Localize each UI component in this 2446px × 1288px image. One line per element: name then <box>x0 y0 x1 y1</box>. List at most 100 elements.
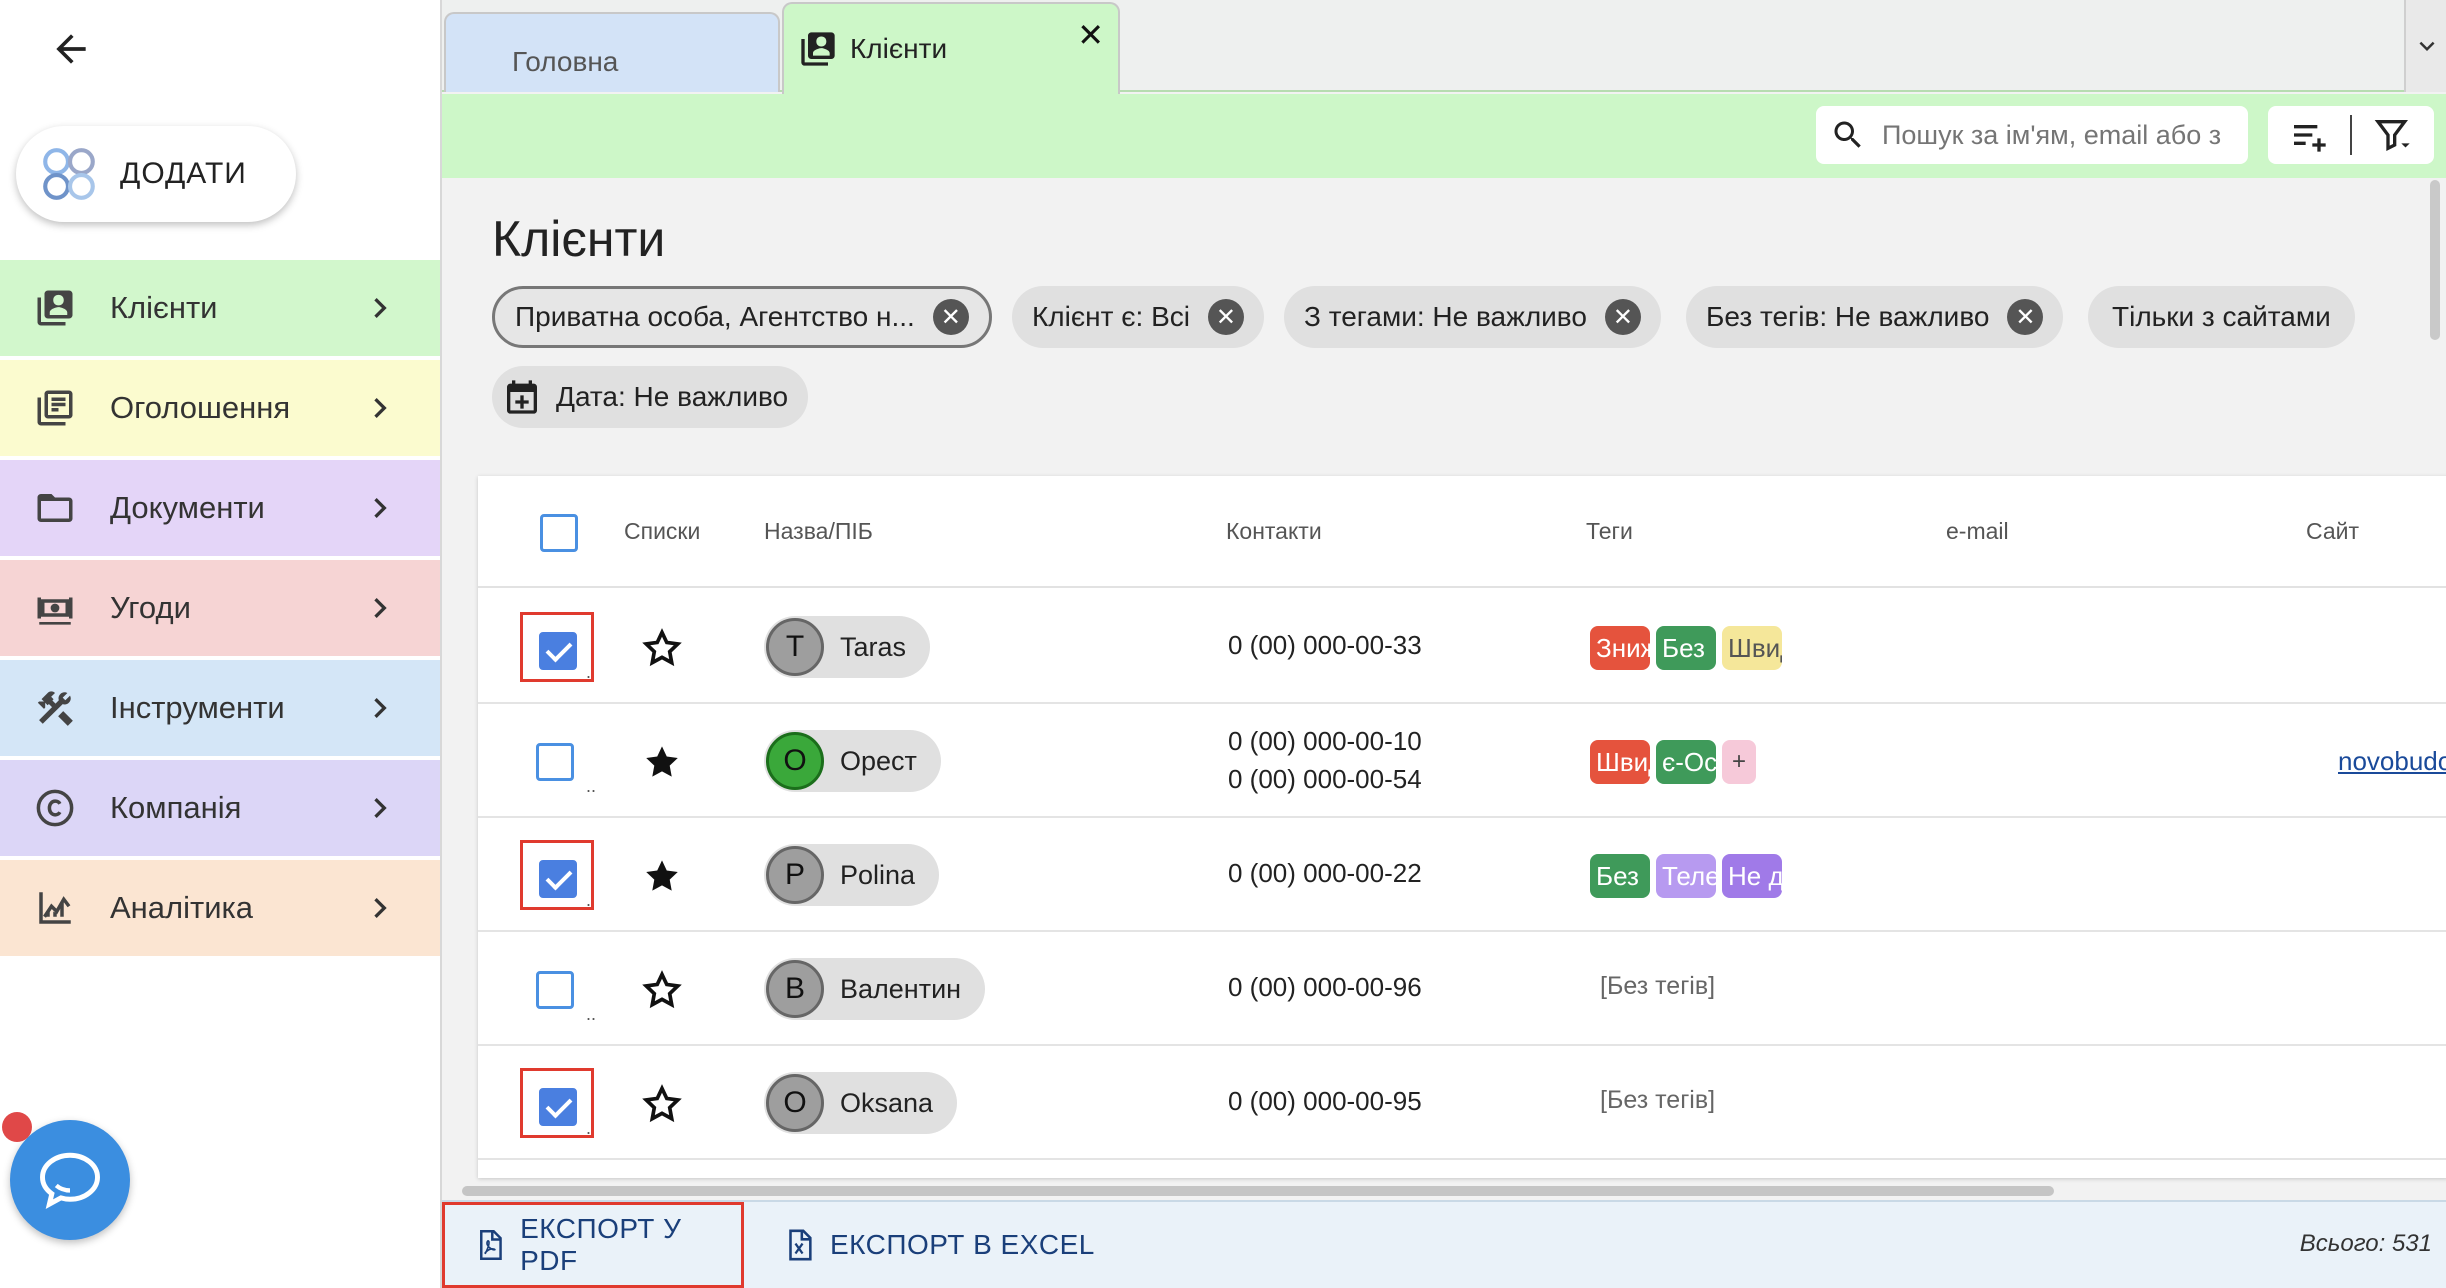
export-excel-label: ЕКСПОРТ В EXCEL <box>830 1229 1095 1260</box>
sidebar-item-documents[interactable]: Документи <box>0 460 440 556</box>
row-checkbox[interactable] <box>539 860 577 898</box>
tag[interactable]: Телефон <box>1656 854 1716 898</box>
pdf-file-icon <box>480 1229 502 1261</box>
avatar: В <box>766 960 824 1018</box>
tag[interactable]: Знижка <box>1590 626 1650 670</box>
sidebar-item-tools[interactable]: Інструменти <box>0 660 440 756</box>
sidebar-item-listings[interactable]: Оголошення <box>0 360 440 456</box>
column-header-contacts[interactable]: Контакти <box>1226 518 1322 545</box>
row-checkbox[interactable] <box>536 971 574 1009</box>
phone-number[interactable]: 0 (00) 000-00-96 <box>1228 972 1422 1003</box>
sidebar: ДОДАТИ Клієнти Оголошення Документи Угод… <box>0 0 440 1288</box>
column-header-tags[interactable]: Теги <box>1586 518 1633 545</box>
page-title: Клієнти <box>492 211 666 267</box>
phone-number[interactable]: 0 (00) 000-00-22 <box>1228 858 1422 889</box>
row-checkbox[interactable] <box>539 1088 577 1126</box>
phone-number[interactable]: 0 (00) 000-00-10 <box>1228 726 1422 757</box>
chevron-right-icon <box>374 798 387 818</box>
client-name: Валентин <box>840 973 962 1004</box>
row-checkbox[interactable] <box>539 632 577 670</box>
filter-chip-client-is[interactable]: Клієнт є: Всі ✕ <box>1012 286 1264 348</box>
sidebar-item-label: Документи <box>110 490 265 525</box>
row-checkbox-highlight <box>520 612 594 682</box>
filter-chip-without-tags[interactable]: Без тегів: Не важливо ✕ <box>1686 286 2064 348</box>
horizontal-scrollbar[interactable] <box>462 1186 2054 1196</box>
add-button[interactable]: ДОДАТИ <box>16 126 296 222</box>
money-icon <box>30 583 80 633</box>
search-input[interactable] <box>1882 119 2242 151</box>
folder-icon <box>30 483 80 533</box>
add-filter-button[interactable] <box>2268 106 2350 164</box>
table-row[interactable]: . P Polina 0 (00) 000-00-22 Без Телефон … <box>478 818 2446 932</box>
export-excel-button[interactable]: ЕКСПОРТ В EXCEL <box>782 1202 1095 1288</box>
table-row[interactable]: . О Oksana 0 (00) 000-00-95 [Без тегів] <box>478 1046 2446 1160</box>
select-all-checkbox[interactable] <box>540 514 578 552</box>
table-row[interactable]: . T Taras 0 (00) 000-00-33 Знижка Без Шв… <box>478 590 2446 704</box>
tag[interactable]: Швидко <box>1590 740 1650 784</box>
table-row[interactable]: .. В Валентин 0 (00) 000-00-96 [Без тегі… <box>478 932 2446 1046</box>
star-filled-icon[interactable] <box>640 854 684 898</box>
avatar: T <box>766 618 824 676</box>
client-name-chip[interactable]: О Орест <box>764 730 941 792</box>
notification-dot <box>2 1112 32 1142</box>
back-button[interactable] <box>42 20 100 78</box>
filter-list-add-icon <box>2294 125 2326 152</box>
sidebar-item-label: Компанія <box>110 790 242 825</box>
row-checkbox-wrap <box>520 954 594 1024</box>
close-icon[interactable]: ✕ <box>1604 299 1641 335</box>
chat-button[interactable] <box>10 1120 130 1240</box>
client-name-chip[interactable]: В Валентин <box>764 958 986 1020</box>
row-dots: . <box>586 662 592 682</box>
tab-home[interactable]: Головна <box>444 12 780 92</box>
sidebar-item-analytics[interactable]: Аналітика <box>0 860 440 956</box>
filter-chip-only-sites[interactable]: Тільки з сайтами <box>2088 286 2355 348</box>
row-checkbox[interactable] <box>536 743 574 781</box>
close-icon[interactable]: ✕ <box>1077 16 1104 54</box>
column-header-site[interactable]: Сайт <box>2306 518 2359 545</box>
star-outline-icon[interactable] <box>640 968 684 1012</box>
search-icon <box>1834 121 1861 148</box>
vertical-scrollbar[interactable] <box>2430 180 2440 340</box>
column-header-email[interactable]: e-mail <box>1946 518 2009 545</box>
column-header-name[interactable]: Назва/ПІБ <box>764 518 873 545</box>
tag[interactable]: є-Осел <box>1656 740 1716 784</box>
close-icon[interactable]: ✕ <box>1207 299 1244 335</box>
filter-chip-date[interactable]: Дата: Не важливо <box>492 366 809 428</box>
sidebar-item-label: Інструменти <box>110 690 285 725</box>
phone-number[interactable]: 0 (00) 000-00-95 <box>1228 1086 1422 1117</box>
filter-icon <box>2374 120 2410 152</box>
close-icon[interactable]: ✕ <box>2007 299 2044 335</box>
table-row[interactable]: .. О Орест 0 (00) 000-00-10 0 (00) 000-0… <box>478 704 2446 818</box>
client-name-chip[interactable]: T Taras <box>764 616 931 678</box>
phone-number[interactable]: 0 (00) 000-00-33 <box>1228 630 1422 661</box>
close-icon[interactable]: ✕ <box>932 299 969 335</box>
star-filled-icon[interactable] <box>640 740 684 784</box>
tag[interactable]: Без <box>1590 854 1650 898</box>
tag[interactable]: Не д <box>1722 854 1782 898</box>
client-name-chip[interactable]: О Oksana <box>764 1072 958 1134</box>
sidebar-item-clients[interactable]: Клієнти <box>0 260 440 356</box>
more-tags-button[interactable]: + <box>1722 740 1756 784</box>
sidebar-item-deals[interactable]: Угоди <box>0 560 440 656</box>
phone-number[interactable]: 0 (00) 000-00-54 <box>1228 764 1422 795</box>
filter-chip-label: Без тегів: Не важливо <box>1706 301 1990 332</box>
column-header-lists[interactable]: Списки <box>624 518 700 545</box>
filter-chip-client-type[interactable]: Приватна особа, Агентство н... ✕ <box>492 286 992 348</box>
export-pdf-label: ЕКСПОРТ У PDF <box>520 1213 682 1276</box>
filter-menu-button[interactable] <box>2352 106 2434 164</box>
tab-clients[interactable]: Клієнти ✕ <box>782 2 1120 94</box>
client-name-chip[interactable]: P Polina <box>764 844 940 906</box>
no-tags-label: [Без тегів] <box>1600 1086 1716 1114</box>
chevron-right-icon <box>374 698 387 718</box>
tag[interactable]: Швидко <box>1722 626 1782 670</box>
star-outline-icon[interactable] <box>640 626 684 670</box>
sidebar-item-company[interactable]: Компанія <box>0 760 440 856</box>
site-link[interactable]: novobudov <box>2338 746 2446 777</box>
filter-chip-with-tags[interactable]: З тегами: Не важливо ✕ <box>1284 286 1661 348</box>
export-pdf-button[interactable]: ЕКСПОРТ У PDF <box>442 1202 744 1288</box>
contacts-icon <box>801 32 835 66</box>
tabs-dropdown-button[interactable] <box>2404 0 2446 92</box>
star-outline-icon[interactable] <box>640 1082 684 1126</box>
tag[interactable]: Без <box>1656 626 1716 670</box>
tag-list: Швидко є-Осел + <box>1590 740 1762 784</box>
